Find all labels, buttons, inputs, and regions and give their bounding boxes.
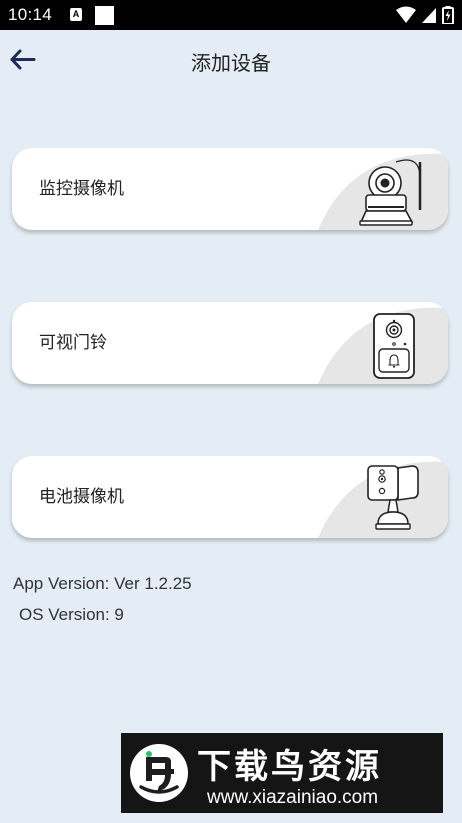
bird-logo-icon [130,744,188,802]
doorbell-icon [318,307,448,384]
signal-icon [421,8,436,23]
notification-icon: A [70,8,82,21]
wifi-icon [395,6,416,23]
watermark-title: 下载鸟资源 [197,747,382,787]
device-card-battery-camera[interactable]: 电池摄像机 [12,456,448,538]
battery-camera-icon [318,461,448,538]
watermark-banner: 下载鸟资源 www.xiazainiao.com [121,733,443,813]
app-bar: 添加设备 [0,30,462,90]
watermark-url: www.xiazainiao.com [207,787,379,808]
os-version: OS Version: 9 [19,605,124,624]
status-icons [395,6,454,24]
ptz-camera-icon [318,153,448,230]
battery-icon [442,6,454,24]
page-title: 添加设备 [191,51,271,75]
notification-square-icon [95,6,114,25]
device-label: 电池摄像机 [39,487,124,507]
device-card-surveillance-camera[interactable]: 监控摄像机 [12,148,448,230]
status-time: 10:14 [8,5,53,24]
app-version: App Version: Ver 1.2.25 [13,574,192,593]
device-label: 可视门铃 [39,333,107,353]
status-bar: 10:14 A [0,0,462,30]
device-card-video-doorbell[interactable]: 可视门铃 [12,302,448,384]
device-label: 监控摄像机 [39,179,124,199]
